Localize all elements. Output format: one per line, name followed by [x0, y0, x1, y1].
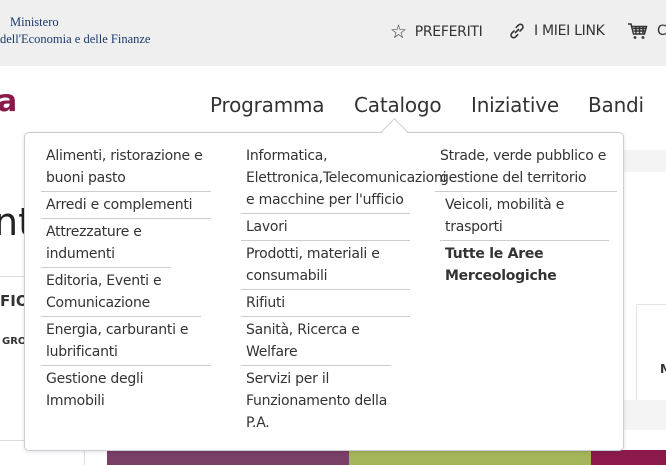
banner-strip-green — [349, 450, 591, 465]
catalog-item-arredi[interactable]: Arredi e complementi — [41, 192, 211, 219]
catalog-item-attrezzature[interactable]: Attrezzature e indumenti — [41, 219, 171, 268]
link-icon — [508, 22, 526, 40]
background-card — [636, 304, 666, 402]
catalog-column-3: Strade, verde pubblico e gestione del te… — [435, 143, 617, 289]
background-card-fragment: M — [660, 362, 666, 376]
catalog-column-2: Informatica, Elettronica,Telecomunicazio… — [241, 143, 447, 436]
catalog-item-sanita[interactable]: Sanità, Ricerca e Welfare — [241, 317, 391, 366]
catalog-item-gestione-immobili[interactable]: Gestione degli Immobili — [41, 366, 211, 414]
ministry-logo-text[interactable]: Ministero dell'Economia e delle Finanze — [0, 14, 150, 48]
favorites-link[interactable]: ☆ PREFERITI — [390, 22, 483, 42]
brand-logo-fragment[interactable]: a — [0, 84, 17, 119]
catalog-item-servizi-pa[interactable]: Servizi per il Funzionamento della P.A. — [241, 366, 410, 436]
catalog-dropdown-menu: Alimenti, ristorazione e buoni pasto Arr… — [24, 132, 624, 451]
cart-icon — [627, 22, 649, 40]
catalog-item-informatica[interactable]: Informatica, Elettronica,Telecomunicazio… — [241, 143, 447, 214]
nav-bandi[interactable]: Bandi — [588, 93, 644, 117]
nav-catalogo[interactable]: Catalogo — [354, 93, 442, 117]
catalog-item-rifiuti[interactable]: Rifiuti — [241, 290, 410, 317]
catalog-item-energia[interactable]: Energia, carburanti e lubrificanti — [41, 317, 211, 366]
catalog-item-veicoli[interactable]: Veicoli, mobilità e trasporti — [440, 192, 590, 240]
cart-link[interactable]: C — [627, 22, 666, 40]
catalog-item-tutte-aree[interactable]: Tutte le Aree Merceologiche — [440, 241, 570, 289]
banner-strip-purple — [107, 450, 349, 465]
favorites-label: PREFERITI — [414, 24, 483, 40]
background-divider — [0, 276, 25, 277]
background-sub-fragment: GRO — [2, 336, 27, 347]
background-band — [624, 150, 666, 172]
ministry-name-line2: dell'Economia e delle Finanze — [0, 32, 151, 46]
ministry-name-line1: Ministero — [10, 15, 59, 29]
catalog-item-lavori[interactable]: Lavori — [241, 214, 410, 241]
catalog-item-strade[interactable]: Strade, verde pubblico e gestione del te… — [435, 143, 617, 192]
catalog-item-editoria[interactable]: Editoria, Eventi e Comunicazione — [41, 268, 201, 317]
nav-iniziative[interactable]: Iniziative — [471, 93, 559, 117]
catalog-item-informatica-label: Informatica, Elettronica,Telecomunicazio… — [246, 148, 447, 208]
top-bar: Ministero dell'Economia e delle Finanze … — [0, 0, 666, 66]
background-band — [624, 400, 666, 430]
banner-strip-magenta — [591, 450, 666, 465]
catalog-item-prodotti[interactable]: Prodotti, materiali e consumabili — [241, 241, 410, 290]
my-links-link[interactable]: I MIEI LINK — [508, 22, 605, 40]
background-divider — [0, 440, 25, 441]
catalog-item-alimenti[interactable]: Alimenti, ristorazione e buoni pasto — [41, 143, 211, 192]
my-links-label: I MIEI LINK — [534, 23, 605, 39]
background-divider — [84, 450, 85, 465]
catalog-column-1: Alimenti, ristorazione e buoni pasto Arr… — [41, 143, 211, 414]
nav-programma[interactable]: Programma — [210, 93, 325, 117]
star-icon: ☆ — [390, 21, 407, 43]
cart-label: C — [657, 23, 666, 39]
